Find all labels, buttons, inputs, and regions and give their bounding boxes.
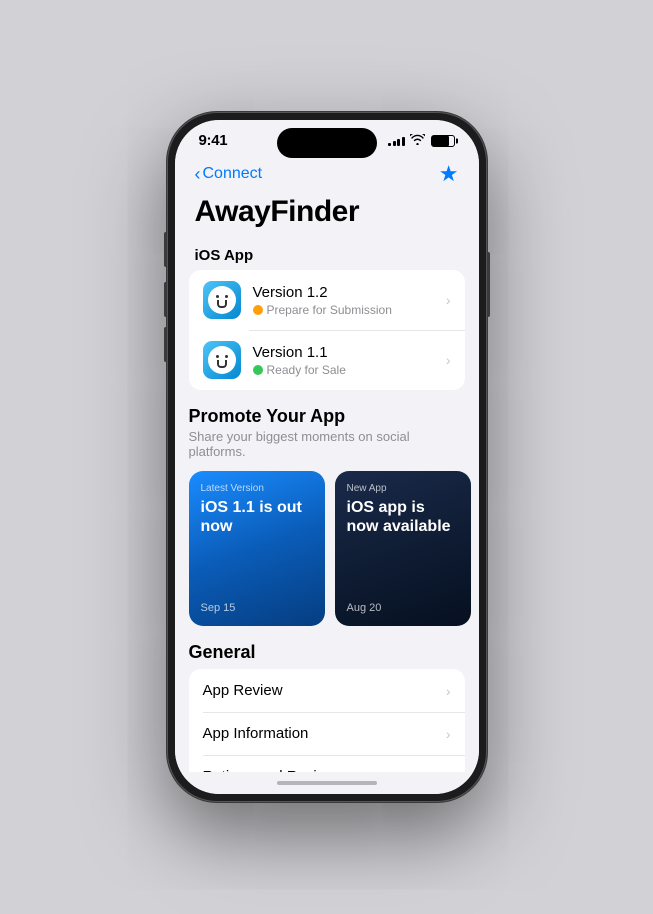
version-name-11: Version 1.1 (253, 344, 442, 361)
general-row-ratings[interactable]: Ratings and Reviews › (189, 755, 465, 772)
promote-section: Promote Your App Share your biggest mome… (175, 406, 479, 642)
general-row-app-review[interactable]: App Review › (189, 669, 465, 712)
row-chevron-icon: › (446, 292, 451, 308)
status-time: 9:41 (199, 132, 228, 149)
card-top: Latest Version iOS 1.1 is out now (201, 483, 313, 536)
version-status-11: Ready for Sale (253, 363, 442, 377)
wifi-icon (410, 134, 425, 148)
version-row-11[interactable]: Version 1.1 Ready for Sale › (189, 330, 465, 390)
row-chevron-icon-5: › (446, 769, 451, 773)
ios-section-header: iOS App (175, 239, 479, 270)
ios-app-section: Version 1.2 Prepare for Submission › (189, 270, 465, 390)
promote-card-new[interactable]: New App iOS app is now available Aug 20 (335, 471, 471, 626)
version-name-12: Version 1.2 (253, 284, 442, 301)
promote-cards-container: Latest Version iOS 1.1 is out now Sep 15… (189, 471, 465, 626)
star-icon: ★ (439, 161, 459, 186)
card-title-0: iOS 1.1 is out now (201, 498, 313, 536)
card-top-1: New App iOS app is now available (347, 483, 459, 536)
main-content: ‹ Connect ★ AwayFinder iOS App (175, 153, 479, 772)
version-row-12[interactable]: Version 1.2 Prepare for Submission › (189, 270, 465, 330)
status-dot-yellow-icon (253, 305, 263, 315)
app-icon-v11 (203, 341, 241, 379)
card-label-0: Latest Version (201, 483, 313, 494)
signal-icon (388, 135, 405, 146)
home-bar[interactable] (277, 781, 377, 785)
general-row-app-information[interactable]: App Information › (189, 712, 465, 755)
battery-icon (431, 135, 455, 147)
status-icons (388, 134, 455, 148)
general-title: General (189, 642, 465, 663)
back-chevron-icon: ‹ (195, 165, 201, 183)
version-info-11: Version 1.1 Ready for Sale (253, 344, 442, 377)
app-icon-v12 (203, 281, 241, 319)
row-chevron-icon-4: › (446, 726, 451, 742)
promote-card-latest[interactable]: Latest Version iOS 1.1 is out now Sep 15 (189, 471, 325, 626)
version-info-12: Version 1.2 Prepare for Submission (253, 284, 442, 317)
back-button[interactable]: ‹ Connect (195, 165, 263, 183)
smiley-eyes (216, 295, 228, 298)
row-chevron-icon-3: › (446, 683, 451, 699)
general-row-label-app-review: App Review (203, 682, 283, 699)
general-row-label-app-information: App Information (203, 725, 309, 742)
promote-title: Promote Your App (189, 406, 465, 427)
version-status-text-11: Ready for Sale (267, 363, 346, 377)
phone-frame: 9:41 (167, 112, 487, 802)
favorite-button[interactable]: ★ (439, 161, 459, 187)
version-status-12: Prepare for Submission (253, 303, 442, 317)
version-status-text-12: Prepare for Submission (267, 303, 392, 317)
card-label-1: New App (347, 483, 459, 494)
status-dot-green-icon (253, 365, 263, 375)
app-smiley-icon-2 (208, 346, 236, 374)
promote-subtitle: Share your biggest moments on social pla… (189, 429, 465, 459)
general-row-label-ratings: Ratings and Reviews (203, 768, 344, 772)
general-list: App Review › App Information › Ratings a… (189, 669, 465, 772)
status-bar: 9:41 (175, 120, 479, 153)
general-section: General App Review › App Information › R… (175, 642, 479, 772)
card-date-1: Aug 20 (347, 602, 459, 614)
dynamic-island (277, 128, 377, 158)
card-title-1: iOS app is now available (347, 498, 459, 536)
back-label: Connect (203, 165, 263, 183)
smiley-eyes-2 (216, 355, 228, 358)
home-indicator (175, 772, 479, 794)
nav-bar: ‹ Connect ★ (175, 153, 479, 191)
phone-screen: 9:41 (175, 120, 479, 794)
row-chevron-icon-2: › (446, 352, 451, 368)
app-smiley-icon (208, 286, 236, 314)
page-title: AwayFinder (175, 191, 479, 239)
card-date-0: Sep 15 (201, 602, 313, 614)
